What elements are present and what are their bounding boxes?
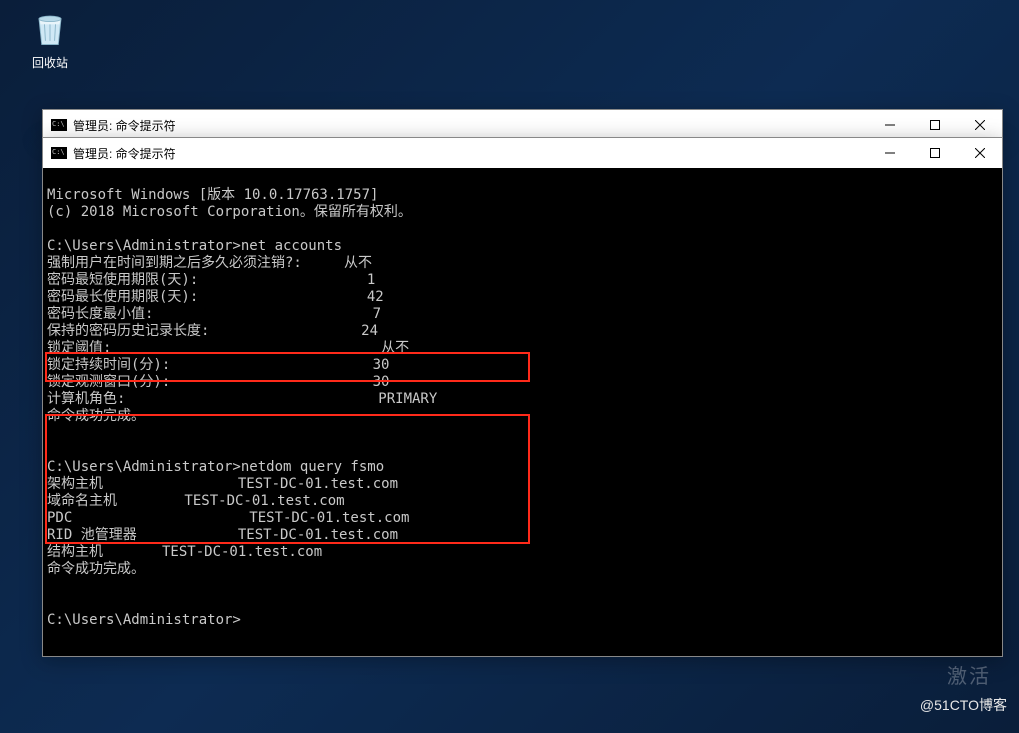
windows-activate-watermark: 激活	[947, 660, 991, 689]
terminal-line	[47, 442, 55, 458]
desktop-recycle-bin[interactable]: 回收站	[20, 6, 80, 71]
terminal-line: 锁定持续时间(分): 30	[47, 357, 389, 373]
cmd-icon	[51, 119, 67, 131]
titlebar[interactable]: 管理员: 命令提示符	[43, 138, 1002, 168]
terminal-line: 计算机角色: PRIMARY	[47, 391, 437, 407]
terminal-line: (c) 2018 Microsoft Corporation。保留所有权利。	[47, 204, 412, 220]
recycle-bin-icon	[28, 6, 72, 50]
terminal-line: Microsoft Windows [版本 10.0.17763.1757]	[47, 187, 378, 203]
terminal-line: 密码最短使用期限(天): 1	[47, 272, 375, 288]
page-watermark: @51CTO博客	[920, 695, 1007, 715]
maximize-button[interactable]	[912, 139, 957, 168]
terminal-line: 强制用户在时间到期之后多久必须注销?: 从不	[47, 255, 372, 271]
window-title: 管理员: 命令提示符	[73, 117, 176, 134]
cmd-window-background: 管理员: 命令提示符	[42, 109, 1003, 139]
terminal-line: 锁定观测窗口(分): 30	[47, 374, 389, 390]
recycle-bin-label: 回收站	[20, 54, 80, 71]
terminal-line: PDC TEST-DC-01.test.com	[47, 510, 409, 526]
terminal-line	[47, 425, 55, 441]
minimize-button[interactable]	[867, 139, 912, 168]
cmd-window-foreground: 管理员: 命令提示符 Microsoft Windows [版本 10.0.17…	[42, 137, 1003, 657]
terminal-line	[47, 595, 55, 611]
terminal-prompt: C:\Users\Administrator>	[47, 612, 241, 628]
terminal-line: 密码长度最小值: 7	[47, 306, 381, 322]
terminal-prompt: C:\Users\Administrator>netdom query fsmo	[47, 459, 384, 475]
cmd-icon	[51, 147, 67, 159]
terminal-line: 架构主机 TEST-DC-01.test.com	[47, 476, 398, 492]
titlebar[interactable]: 管理员: 命令提示符	[43, 110, 1002, 140]
terminal-line: 锁定阈值: 从不	[47, 340, 409, 356]
terminal-line: 命令成功完成。	[47, 408, 145, 424]
terminal-line: 结构主机 TEST-DC-01.test.com	[47, 544, 322, 560]
close-button[interactable]	[957, 139, 1002, 168]
terminal-line: 密码最长使用期限(天): 42	[47, 289, 384, 305]
window-title: 管理员: 命令提示符	[73, 145, 176, 162]
terminal-line: RID 池管理器 TEST-DC-01.test.com	[47, 527, 398, 543]
terminal-line: 域命名主机 TEST-DC-01.test.com	[47, 493, 345, 509]
close-button[interactable]	[957, 111, 1002, 140]
terminal-line: 保持的密码历史记录长度: 24	[47, 323, 378, 339]
minimize-button[interactable]	[867, 111, 912, 140]
terminal-prompt: C:\Users\Administrator>net accounts	[47, 238, 342, 254]
terminal-line	[47, 578, 55, 594]
terminal-line	[47, 221, 55, 237]
terminal-line: 命令成功完成。	[47, 561, 145, 577]
maximize-button[interactable]	[912, 111, 957, 140]
terminal-output[interactable]: Microsoft Windows [版本 10.0.17763.1757] (…	[43, 168, 1002, 656]
